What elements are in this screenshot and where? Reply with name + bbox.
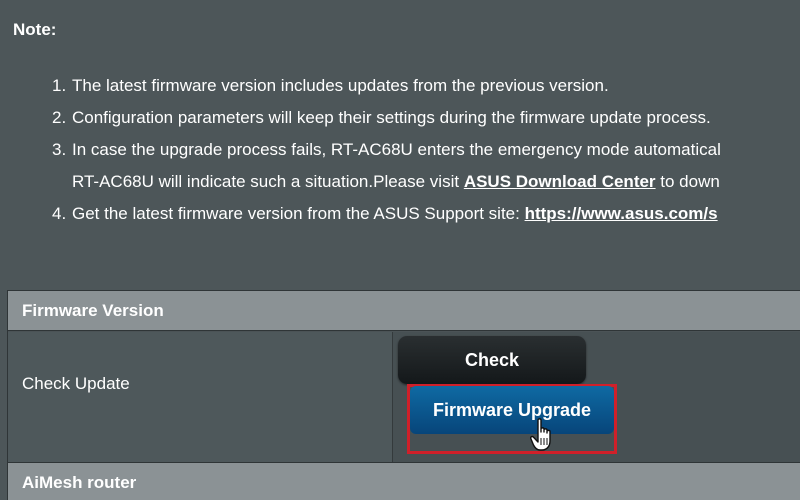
note-item-text: In case the upgrade process fails, RT-AC…: [72, 140, 721, 159]
asus-download-center-link[interactable]: ASUS Download Center: [464, 172, 656, 191]
note-item-number: 1.: [52, 76, 67, 95]
note-item-text: Get the latest firmware version from the…: [72, 204, 525, 223]
note-item-number: 4.: [52, 204, 67, 223]
note-item-4: 4. Get the latest firmware version from t…: [52, 198, 721, 230]
firmware-version-header: Firmware Version: [8, 291, 800, 331]
aimesh-router-header: AiMesh router: [8, 463, 800, 500]
note-item-text: to down: [655, 172, 720, 191]
check-update-label: Check Update: [22, 374, 130, 393]
note-item-text: The latest firmware version includes upd…: [72, 76, 609, 95]
note-item-3: 3. In case the upgrade process fails, RT-…: [52, 134, 721, 166]
note-item-text: Configuration parameters will keep their…: [72, 108, 711, 127]
hand-pointer-icon: [530, 418, 551, 451]
note-item-number: 3.: [52, 140, 67, 159]
aimesh-router-section: AiMesh router: [7, 462, 800, 500]
note-item-text: RT-AC68U will indicate such a situation.…: [72, 172, 464, 191]
note-item-number: 2.: [52, 108, 67, 127]
firmware-upgrade-button[interactable]: Firmware Upgrade: [410, 386, 614, 434]
check-button[interactable]: Check: [398, 336, 586, 384]
note-item-1: 1. The latest firmware version includes u…: [52, 70, 721, 102]
note-item-3-continued: RT-AC68U will indicate such a situation.…: [52, 166, 721, 198]
asus-support-link[interactable]: https://www.asus.com/s: [525, 204, 718, 223]
note-title: Note:: [13, 20, 57, 39]
note-list: 1. The latest firmware version includes u…: [52, 70, 721, 230]
firmware-upgrade-page: Note: 1. The latest firmware version incl…: [0, 0, 800, 500]
check-update-label-cell: Check Update: [8, 332, 393, 463]
note-item-2: 2. Configuration parameters will keep the…: [52, 102, 721, 134]
